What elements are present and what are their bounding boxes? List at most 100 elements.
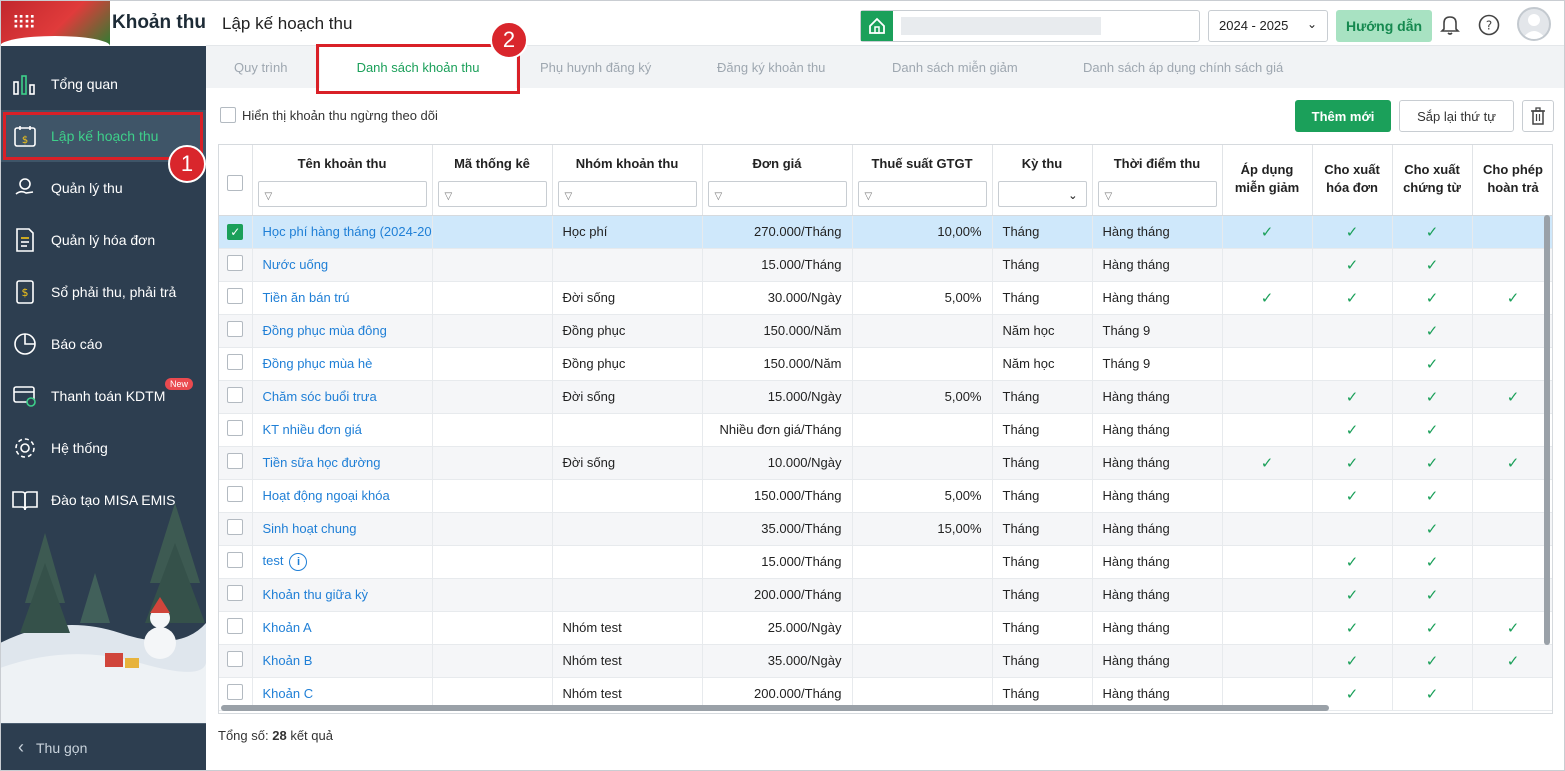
row-select-cell[interactable] bbox=[219, 314, 253, 348]
app-grid-icon[interactable]: ⠿⠿ bbox=[12, 13, 36, 34]
row-select-cell[interactable] bbox=[219, 479, 253, 513]
sidebar-item-so-phai-thu[interactable]: $ Sổ phải thu, phải trả bbox=[0, 266, 206, 318]
table-row[interactable]: Đồng phục mùa hè Đồng phục 150.000/Năm Năm … bbox=[219, 347, 1552, 381]
filter-select[interactable]: ⌄ bbox=[997, 181, 1087, 207]
filter-input[interactable]: ▽ bbox=[1097, 181, 1217, 207]
row-select-cell[interactable] bbox=[219, 446, 253, 480]
table-row[interactable]: Tiền sữa học đường Đời sống 10.000/Ngày Thá… bbox=[219, 446, 1552, 480]
row-checkbox[interactable] bbox=[227, 486, 244, 502]
row-select-cell[interactable] bbox=[219, 248, 253, 282]
table-row[interactable]: Khoản thu giữa kỳ 200.000/Tháng Tháng Hàng … bbox=[219, 578, 1552, 612]
row-select-cell[interactable] bbox=[219, 545, 253, 579]
school-selector[interactable] bbox=[860, 10, 1200, 42]
col-don-gia[interactable]: Đơn giá ▽ bbox=[702, 145, 853, 216]
sidebar-item-bao-cao[interactable]: Báo cáo bbox=[0, 318, 206, 370]
tab-chinh-sach-gia[interactable]: Danh sách áp dụng chính sách giá bbox=[1083, 60, 1283, 75]
fee-name-cell[interactable]: Đồng phục mùa đông bbox=[252, 314, 433, 348]
fee-name-cell[interactable]: test i bbox=[252, 545, 433, 579]
row-select-cell[interactable] bbox=[219, 644, 253, 678]
fee-name-cell[interactable]: Sinh hoạt chung bbox=[252, 512, 433, 546]
col-cho-phep-hoan-tra[interactable]: Cho phép hoàn trả bbox=[1472, 145, 1552, 216]
fee-name-cell[interactable]: KT nhiều đơn giá bbox=[252, 413, 433, 447]
row-checkbox[interactable] bbox=[227, 585, 244, 601]
sidebar-item-thanh-toan-kdtm[interactable]: Thanh toán KDTM New bbox=[0, 370, 206, 422]
row-checkbox[interactable] bbox=[227, 519, 244, 535]
fee-name-cell[interactable]: Đồng phục mùa hè bbox=[252, 347, 433, 381]
row-select-cell[interactable] bbox=[219, 347, 253, 381]
table-row[interactable]: Nước uống 15.000/Tháng Tháng Hàng tháng ✓ ✓ bbox=[219, 248, 1552, 282]
fee-name-cell[interactable]: Khoản thu giữa kỳ bbox=[252, 578, 433, 612]
row-select-cell[interactable] bbox=[219, 281, 253, 315]
add-new-button[interactable]: Thêm mới bbox=[1295, 100, 1391, 132]
row-checkbox[interactable] bbox=[227, 354, 244, 370]
sidebar-item-tong-quan[interactable]: Tổng quan bbox=[0, 58, 206, 110]
tab-phu-huynh-dang-ky[interactable]: Phụ huynh đăng ký bbox=[540, 60, 651, 75]
help-icon[interactable]: ? bbox=[1478, 14, 1500, 36]
col-ten-khoan-thu[interactable]: Tên khoản thu ▽ bbox=[252, 145, 433, 216]
show-inactive-checkbox[interactable] bbox=[220, 107, 236, 123]
show-inactive-toggle[interactable]: Hiển thị khoản thu ngừng theo dõi bbox=[220, 107, 438, 123]
filter-input[interactable]: ▽ bbox=[707, 181, 847, 207]
row-checkbox[interactable] bbox=[227, 387, 244, 403]
row-checkbox[interactable] bbox=[227, 255, 244, 271]
row-checkbox[interactable] bbox=[227, 651, 244, 667]
row-select-cell[interactable] bbox=[219, 512, 253, 546]
row-select-cell[interactable] bbox=[219, 611, 253, 645]
table-row[interactable]: Tiền ăn bán trú Đời sống 30.000/Ngày 5,00% T… bbox=[219, 281, 1552, 315]
filter-input[interactable]: ▽ bbox=[557, 181, 697, 207]
filter-input[interactable]: ▽ bbox=[257, 181, 427, 207]
row-checkbox[interactable] bbox=[227, 288, 244, 304]
school-year-select[interactable]: 2024 - 2025 ⌄ bbox=[1208, 10, 1328, 42]
table-row[interactable]: Đồng phục mùa đông Đồng phục 150.000/Năm Nă… bbox=[219, 314, 1552, 348]
fee-name-cell[interactable]: Khoản A bbox=[252, 611, 433, 645]
sidebar-item-quan-ly-hoa-don[interactable]: Quản lý hóa đơn bbox=[0, 214, 206, 266]
avatar[interactable] bbox=[1517, 7, 1551, 41]
fee-name-cell[interactable]: Nước uống bbox=[252, 248, 433, 282]
col-cho-xuat-hoa-don[interactable]: Cho xuất hóa đơn bbox=[1312, 145, 1393, 216]
row-checkbox[interactable] bbox=[227, 321, 244, 337]
row-select-cell[interactable] bbox=[219, 380, 253, 414]
row-select-cell[interactable]: ✓ bbox=[219, 215, 253, 249]
fee-name-cell[interactable]: Tiền ăn bán trú bbox=[252, 281, 433, 315]
col-ap-dung-mien-giam[interactable]: Áp dụng miễn giảm bbox=[1222, 145, 1313, 216]
table-row[interactable]: Khoản A Nhóm test 25.000/Ngày Tháng Hàng thá… bbox=[219, 611, 1552, 645]
filter-input[interactable]: ▽ bbox=[437, 181, 547, 207]
sidebar-item-he-thong[interactable]: Hệ thống bbox=[0, 422, 206, 474]
row-checkbox[interactable] bbox=[227, 420, 244, 436]
select-all-checkbox[interactable] bbox=[227, 175, 244, 191]
row-checkbox[interactable] bbox=[227, 618, 244, 634]
trash-icon[interactable] bbox=[1522, 100, 1554, 132]
col-thue-suat[interactable]: Thuế suất GTGT ▽ bbox=[852, 145, 993, 216]
tab-danh-sach-mien-giam[interactable]: Danh sách miễn giảm bbox=[892, 60, 1018, 75]
horizontal-scrollbar[interactable] bbox=[221, 705, 1329, 711]
table-row[interactable]: ✓ Học phí hàng tháng (2024-20 Học phí 270.0… bbox=[219, 215, 1552, 249]
fee-name-cell[interactable]: Chăm sóc buổi trưa bbox=[252, 380, 433, 414]
bell-icon[interactable] bbox=[1439, 14, 1461, 36]
vertical-scrollbar[interactable] bbox=[1544, 215, 1550, 645]
col-ky-thu[interactable]: Kỳ thu ⌄ bbox=[992, 145, 1093, 216]
tab-quy-trinh[interactable]: Quy trình bbox=[234, 60, 287, 75]
col-nhom-khoan-thu[interactable]: Nhóm khoản thu ▽ bbox=[552, 145, 703, 216]
col-ma-thong-ke[interactable]: Mã thống kê ▽ bbox=[432, 145, 553, 216]
fee-name-cell[interactable]: Học phí hàng tháng (2024-20 bbox=[252, 215, 433, 249]
collapse-sidebar-button[interactable]: ‹ Thu gọn bbox=[0, 723, 206, 771]
col-cho-xuat-chung-tu[interactable]: Cho xuất chứng từ bbox=[1392, 145, 1473, 216]
fee-name-cell[interactable]: Hoạt động ngoại khóa bbox=[252, 479, 433, 513]
row-select-cell[interactable] bbox=[219, 413, 253, 447]
fee-name-cell[interactable]: Tiền sữa học đường bbox=[252, 446, 433, 480]
table-row[interactable]: Chăm sóc buổi trưa Đời sống 15.000/Ngày 5,0… bbox=[219, 380, 1552, 414]
row-checkbox[interactable] bbox=[227, 453, 244, 469]
table-row[interactable]: Khoản B Nhóm test 35.000/Ngày Tháng Hàng thá… bbox=[219, 644, 1552, 678]
info-icon[interactable]: i bbox=[289, 552, 308, 571]
fee-name-cell[interactable]: Khoản B bbox=[252, 644, 433, 678]
col-thoi-diem-thu[interactable]: Thời điểm thu ▽ bbox=[1092, 145, 1223, 216]
filter-input[interactable]: ▽ bbox=[857, 181, 987, 207]
table-row[interactable]: test i 15.000/Tháng Tháng Hàng tháng ✓ ✓ bbox=[219, 545, 1552, 579]
row-checkbox[interactable] bbox=[227, 684, 244, 700]
table-row[interactable]: KT nhiều đơn giá Nhiều đơn giá/Tháng Tháng… bbox=[219, 413, 1552, 447]
row-checkbox[interactable]: ✓ bbox=[227, 223, 244, 240]
row-checkbox[interactable] bbox=[227, 552, 244, 568]
row-select-cell[interactable] bbox=[219, 578, 253, 612]
reorder-button[interactable]: Sắp lại thứ tự bbox=[1399, 100, 1514, 132]
guide-button[interactable]: Hướng dẫn bbox=[1336, 10, 1432, 42]
